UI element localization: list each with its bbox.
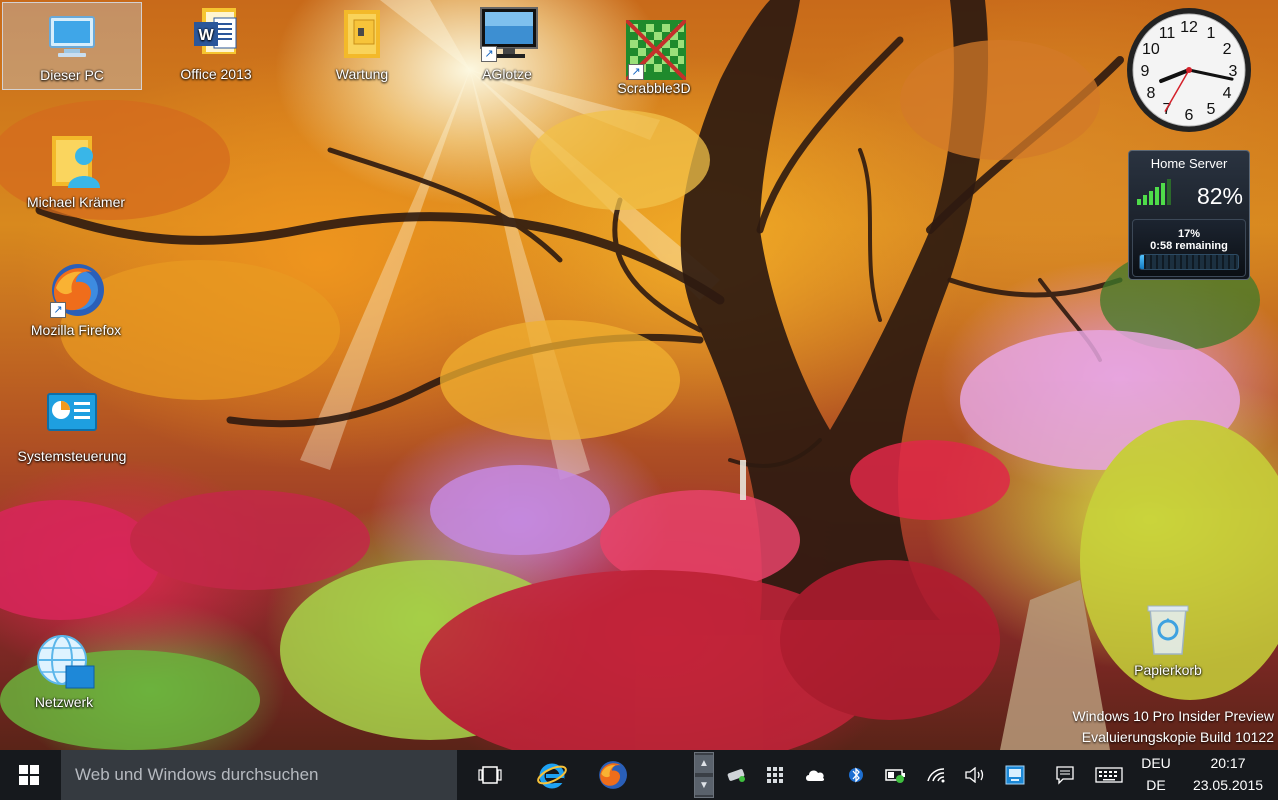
network-globe-icon	[36, 634, 95, 690]
taskbar-firefox[interactable]	[590, 750, 634, 800]
tray-scroll-up-icon[interactable]: ▲	[695, 755, 713, 773]
server-remaining-label: 0:58 remaining	[1150, 240, 1228, 252]
task-view-icon	[478, 766, 502, 784]
desktop-icon-label: Papierkorb	[1134, 662, 1202, 678]
desktop-icon-scrabble3d[interactable]: ↗ Scrabble3D	[584, 18, 724, 96]
clock-numeral: 1	[1207, 25, 1216, 42]
windows-logo-icon	[19, 765, 39, 785]
start-button[interactable]	[0, 750, 58, 800]
tray-bluetooth[interactable]	[841, 750, 871, 800]
server-progress-bar	[1139, 254, 1239, 270]
tray-wifi[interactable]	[921, 750, 951, 800]
home-server-gadget[interactable]: Home Server 82% 17% 0:58 remaining	[1128, 150, 1250, 280]
taskbar-clock[interactable]: 20:17 23.05.2015	[1180, 752, 1276, 796]
scrabble-board-icon: ↗	[624, 18, 688, 82]
monitor-icon: ↗	[479, 6, 538, 62]
tray-volume[interactable]	[960, 750, 990, 800]
desktop-icon-label: Wartung	[335, 66, 389, 82]
desktop-icon-mozilla-firefox[interactable]: ↗ Mozilla Firefox	[6, 262, 146, 338]
tray-battery[interactable]	[881, 750, 911, 800]
user-folder-icon	[48, 134, 104, 190]
clock-numeral: 2	[1223, 41, 1232, 58]
svg-text:W: W	[198, 27, 214, 44]
tray-overflow-scroller[interactable]: ▲ ▼	[694, 752, 714, 798]
control-panel-icon	[44, 388, 100, 444]
desktop-wallpaper	[0, 0, 1278, 750]
windows-watermark: Windows 10 Pro Insider Preview Evaluieru…	[1072, 706, 1274, 748]
shortcut-arrow-icon: ↗	[50, 302, 66, 318]
tray-usb-drive[interactable]	[722, 750, 752, 800]
folder-icon	[334, 6, 390, 62]
tray-monitor-app[interactable]	[1000, 750, 1030, 800]
shortcut-arrow-icon: ↗	[481, 46, 497, 62]
tray-touch-keyboard[interactable]	[1092, 750, 1126, 800]
clock-numeral: 10	[1142, 41, 1160, 58]
clock-numeral: 9	[1141, 63, 1150, 80]
keyboard-grid-icon	[767, 767, 783, 783]
tray-action-center[interactable]	[1050, 750, 1080, 800]
server-signal-percent: 82%	[1196, 183, 1243, 209]
input-language-primary: DEU	[1141, 755, 1171, 771]
desktop-icon-systemsteuerung[interactable]: Systemsteuerung	[2, 388, 142, 464]
signal-strength-icon	[1137, 179, 1171, 205]
clock-numeral: 6	[1185, 107, 1194, 124]
firefox-icon	[599, 761, 627, 789]
desktop-icon-office-2013[interactable]: W Office 2013	[146, 6, 286, 82]
touch-keyboard-icon	[1095, 767, 1123, 783]
desktop-icon-label: Scrabble3D	[617, 80, 691, 96]
computer-icon	[46, 11, 98, 63]
clock-center-pin	[1186, 67, 1192, 73]
input-language-secondary: DE	[1146, 777, 1166, 793]
clock-numeral: 12	[1180, 19, 1198, 36]
desktop-icon-label: Dieser PC	[40, 67, 104, 83]
clock-numeral: 8	[1146, 85, 1155, 102]
firefox-icon: ↗	[48, 262, 104, 318]
taskbar-internet-explorer[interactable]	[530, 750, 574, 800]
volume-icon	[965, 767, 984, 783]
taskbar-time: 20:17	[1210, 755, 1246, 771]
monitor-app-icon	[1005, 765, 1025, 785]
desktop-icon-michael-kraemer[interactable]: Michael Krämer	[6, 134, 146, 210]
wifi-icon	[927, 768, 945, 783]
clock-gadget[interactable]: 121234567891011	[1125, 6, 1253, 134]
desktop-icon-label: AGlotze	[482, 66, 532, 82]
desktop-icon-wartung[interactable]: Wartung	[292, 6, 432, 82]
usb-drive-icon	[727, 769, 745, 782]
shortcut-arrow-icon: ↗	[628, 64, 644, 80]
desktop-icon-aglotze[interactable]: ↗ AGlotze	[437, 6, 577, 82]
taskbar: Web und Windows durchsuchen ▲ ▼ DEU DE 2…	[0, 750, 1278, 800]
desktop-icon-label: Netzwerk	[34, 694, 94, 710]
word-icon: W	[188, 6, 244, 62]
watermark-build: Evaluierungskopie Build 10122	[1081, 729, 1274, 745]
battery-icon	[885, 769, 905, 783]
desktop-icon-label: Mozilla Firefox	[30, 322, 122, 338]
desktop-icon-label: Systemsteuerung	[17, 448, 127, 464]
task-view-button[interactable]	[468, 750, 512, 800]
action-center-icon	[1056, 766, 1074, 785]
clock-numeral: 5	[1207, 101, 1216, 118]
internet-explorer-icon	[537, 763, 567, 789]
clock-numeral: 11	[1159, 25, 1176, 42]
recycle-bin-icon	[1140, 602, 1196, 658]
desktop-icon-label: Michael Krämer	[26, 194, 126, 210]
desktop-icon-label: Office 2013	[180, 66, 252, 82]
clock-numeral: 4	[1223, 85, 1232, 102]
bluetooth-icon	[849, 767, 863, 783]
tray-keyboard-grid[interactable]	[760, 750, 790, 800]
desktop-icon-papierkorb[interactable]: Papierkorb	[1098, 602, 1238, 678]
tray-onedrive[interactable]	[800, 750, 830, 800]
server-gadget-title: Home Server	[1150, 156, 1228, 171]
wallpaper-tree-art	[0, 0, 1278, 750]
desktop-icon-dieser-pc[interactable]: Dieser PC	[2, 2, 142, 90]
input-language-indicator[interactable]: DEU DE	[1138, 752, 1174, 796]
taskbar-date: 23.05.2015	[1192, 777, 1264, 793]
desktop-icon-netzwerk[interactable]: Netzwerk	[0, 634, 134, 710]
cloud-icon	[806, 770, 825, 781]
tray-scroll-down-icon[interactable]: ▼	[695, 777, 713, 795]
server-progress-label: 17%	[1177, 228, 1201, 240]
server-progress-panel: 17% 0:58 remaining	[1132, 219, 1246, 277]
search-box[interactable]: Web und Windows durchsuchen	[61, 750, 457, 800]
watermark-edition: Windows 10 Pro Insider Preview	[1072, 708, 1274, 724]
